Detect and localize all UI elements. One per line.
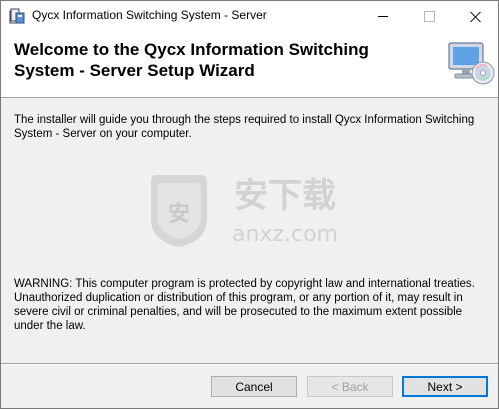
intro-text: The installer will guide you through the…: [14, 114, 475, 140]
close-button[interactable]: [452, 1, 498, 31]
title-bar[interactable]: Qycx Information Switching System - Serv…: [1, 1, 498, 31]
wizard-header: Welcome to the Qycx Information Switchin…: [1, 31, 498, 98]
maximize-icon: [423, 10, 435, 22]
close-icon: [470, 11, 481, 22]
back-button[interactable]: < Back: [307, 376, 393, 397]
anxz-watermark: 安 安下载 anxz.com: [151, 175, 338, 247]
installer-app-icon: [9, 8, 25, 24]
wizard-title: Welcome to the Qycx Information Switchin…: [14, 40, 369, 80]
minimize-icon: [378, 15, 388, 17]
footer-separator: [1, 363, 498, 365]
watermark-cn: 安下载: [234, 176, 336, 216]
cancel-button[interactable]: Cancel: [211, 376, 297, 397]
next-button[interactable]: Next >: [402, 376, 488, 397]
copyright-warning: WARNING: This computer program is protec…: [14, 278, 475, 332]
maximize-button[interactable]: [406, 1, 452, 31]
setup-window: Qycx Information Switching System - Serv…: [0, 0, 499, 409]
watermark-badge: 安: [168, 201, 190, 227]
window-title: Qycx Information Switching System - Serv…: [32, 8, 267, 22]
computer-cd-icon: [448, 42, 495, 85]
watermark-en: anxz.com: [232, 222, 338, 247]
minimize-button[interactable]: [360, 1, 406, 31]
